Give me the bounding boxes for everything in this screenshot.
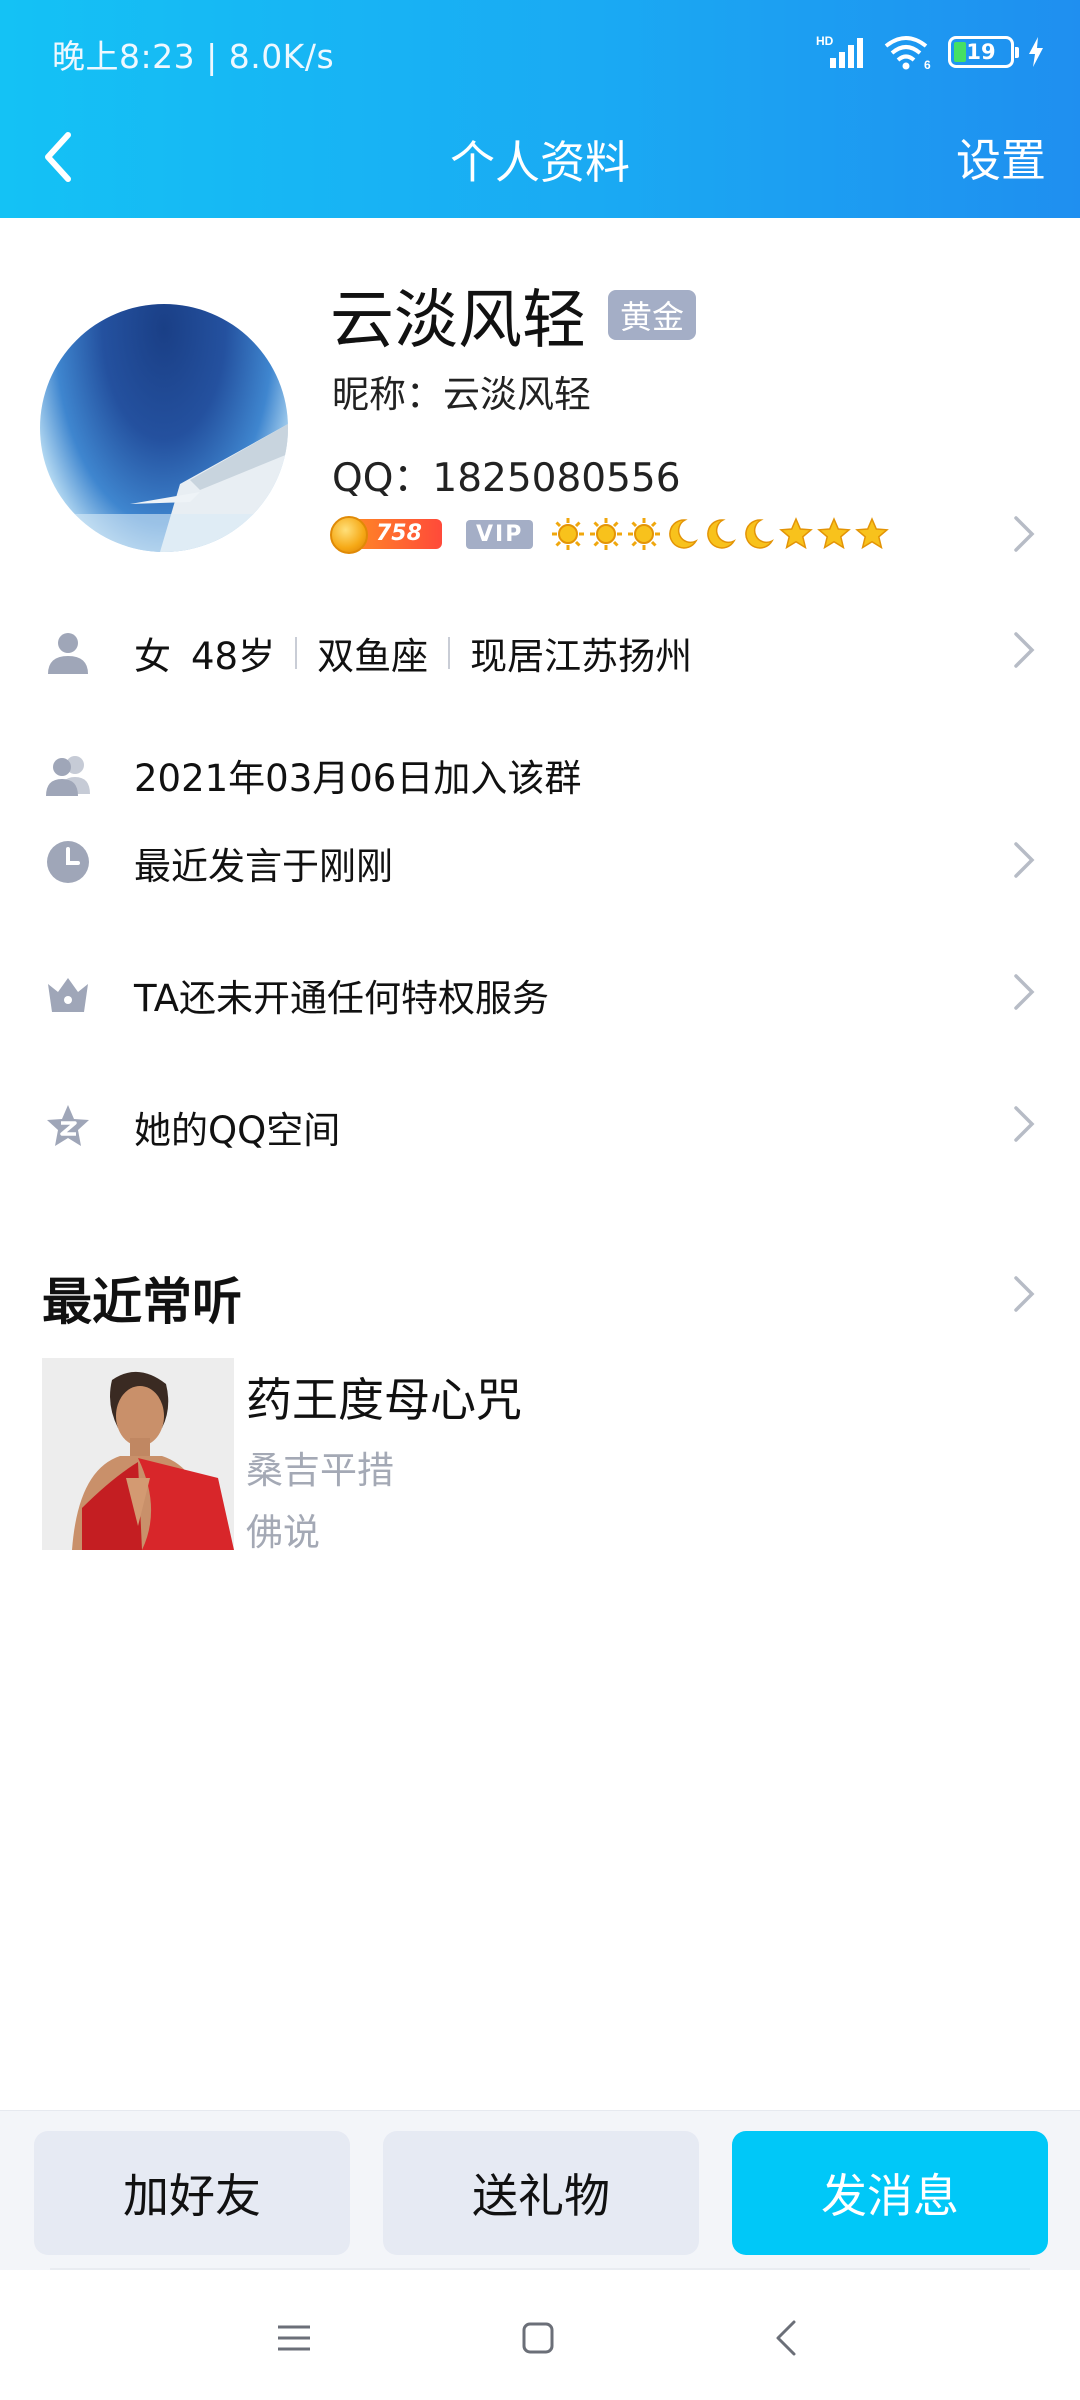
add-friend-button[interactable]: 加好友: [34, 2131, 350, 2255]
charging-bolt-icon: [1029, 37, 1043, 67]
chevron-right-icon: [1014, 1106, 1035, 1142]
last-spoke-row[interactable]: 最近发言于刚刚: [0, 820, 1080, 900]
privilege-text: TA还未开通任何特权服务: [134, 977, 550, 1020]
star-icon: [855, 517, 890, 550]
qzone-text: 她的QQ空间: [134, 1109, 341, 1152]
coin-icon: [330, 516, 368, 554]
song-title[interactable]: 药王度母心咒: [246, 1364, 522, 1430]
cellular-signal-icon: HD: [816, 34, 863, 68]
qq-number: QQ：1825080556: [332, 456, 681, 501]
back-triangle-icon: [776, 2320, 796, 2356]
last-spoke-text: 最近发言于刚刚: [134, 845, 393, 888]
menu-button[interactable]: [264, 2312, 324, 2364]
moon-icon: [745, 519, 775, 549]
clock-icon: [47, 841, 89, 883]
system-navigation-bar: [0, 2272, 1080, 2400]
recent-listening-title: 最近常听: [42, 1273, 242, 1331]
qzone-row[interactable]: 她的QQ空间: [0, 1084, 1080, 1164]
group-join-row: 2021年03月06日加入该群: [0, 732, 1080, 812]
song-album: 佛说: [246, 1511, 320, 1554]
qzone-star-icon: [47, 1105, 89, 1146]
tier-badge[interactable]: 黄金: [608, 290, 697, 340]
privilege-row[interactable]: TA还未开通任何特权服务: [0, 952, 1080, 1032]
star-icon: [817, 517, 852, 550]
sun-icon: [628, 518, 661, 550]
wifi-icon: 6: [884, 36, 931, 70]
menu-icon: [278, 2325, 310, 2351]
chevron-right-icon[interactable]: [1010, 1272, 1038, 1316]
sun-icon: [590, 518, 623, 550]
divider: [50, 2268, 1030, 2270]
crown-icon: [48, 978, 88, 1012]
header: 晚上8:23 | 8.0K/s HD 6 19 个人资料 设置: [0, 0, 1080, 218]
song-artist: 桑吉平措: [246, 1449, 394, 1492]
badge-row[interactable]: 758 VIP: [330, 512, 890, 556]
group-join-date: 2021年03月06日加入该群: [134, 757, 582, 800]
divider: [448, 637, 451, 669]
status-bar: 晚上8:23 | 8.0K/s HD 6 19: [0, 0, 1080, 104]
song-cover-image[interactable]: [42, 1358, 234, 1550]
network-type-label: HD: [816, 34, 834, 48]
gender: 女: [134, 635, 171, 678]
divider: [295, 637, 298, 669]
sun-icon: [552, 518, 585, 550]
battery-icon: 19: [948, 36, 1019, 68]
system-back-button[interactable]: [756, 2312, 816, 2364]
group-members-icon: [46, 756, 90, 796]
home-square-icon: [522, 2322, 554, 2354]
profile-name-row: 云淡风轻 黄金: [330, 280, 697, 358]
album-art-person: [42, 1358, 234, 1550]
wifi-generation-label: 6: [924, 58, 931, 70]
nav-bar: 个人资料 设置: [0, 104, 1080, 218]
settings-button[interactable]: 设置: [956, 124, 1046, 189]
send-message-button[interactable]: 发消息: [732, 2131, 1048, 2255]
home-button[interactable]: [508, 2312, 568, 2364]
chevron-right-icon: [1014, 632, 1035, 668]
moon-icon: [707, 519, 737, 549]
qq-level-icons[interactable]: [551, 517, 890, 551]
status-icons: HD 6 19: [816, 30, 1044, 74]
avatar[interactable]: [40, 304, 288, 552]
page-title: 个人资料: [449, 136, 630, 189]
bottom-action-bar: 加好友 送礼物 发消息: [0, 2110, 1080, 2270]
person-icon: [48, 633, 88, 674]
basic-info-row[interactable]: 女 48岁 双鱼座 现居江苏扬州: [0, 610, 1080, 690]
constellation: 双鱼座: [317, 635, 429, 678]
chevron-right-icon: [1014, 974, 1035, 1010]
chevron-right-icon: [1014, 842, 1035, 878]
star-icon: [779, 517, 814, 550]
basic-info-text: 女 48岁 双鱼座 现居江苏扬州: [134, 626, 692, 680]
send-gift-button[interactable]: 送礼物: [383, 2131, 699, 2255]
moon-icon: [669, 519, 699, 549]
battery-level: 19: [966, 40, 996, 64]
age: 48岁: [191, 635, 276, 678]
coin-badge[interactable]: 758: [330, 515, 444, 554]
avatar-image-airplane-wing: [40, 424, 288, 552]
location: 现居江苏扬州: [470, 635, 693, 678]
chevron-right-icon[interactable]: [1010, 512, 1038, 556]
profile-name: 云淡风轻: [330, 284, 586, 358]
nickname: 昵称：云淡风轻: [332, 373, 591, 416]
vip-badge[interactable]: VIP: [466, 519, 534, 549]
status-time: 晚上8:23 | 8.0K/s: [52, 37, 335, 76]
